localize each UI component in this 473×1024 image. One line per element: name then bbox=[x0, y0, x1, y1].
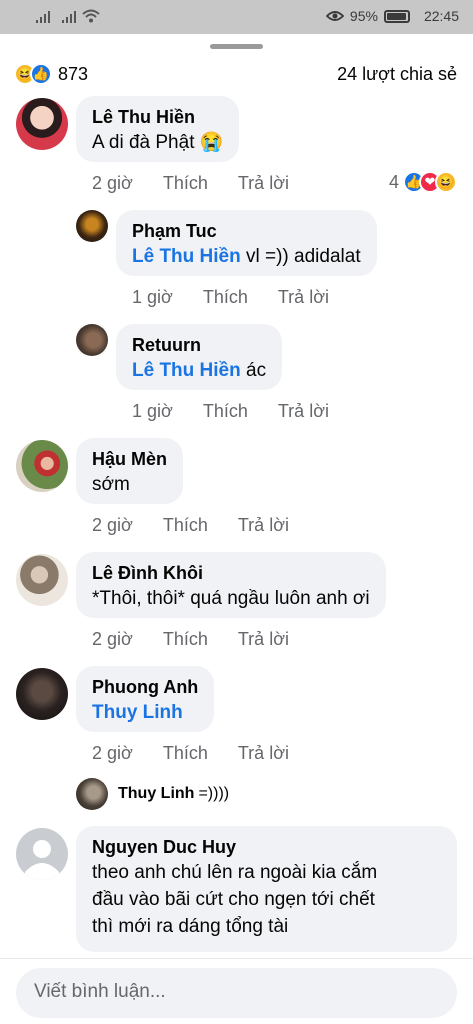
share-count[interactable]: 24 lượt chia sẻ bbox=[337, 64, 457, 85]
reply-preview-text: =)))) bbox=[198, 785, 230, 802]
comment-time: 2 giờ bbox=[92, 629, 133, 649]
avatar[interactable] bbox=[76, 324, 108, 356]
reply-preview[interactable]: Thuy Linh =)))) bbox=[76, 778, 229, 810]
avatar[interactable] bbox=[76, 210, 108, 242]
reply-button[interactable]: Trả lời bbox=[238, 173, 289, 194]
comment-bubble[interactable]: Hậu Mèn sớm bbox=[76, 438, 184, 504]
comment-bubble[interactable]: Lê Thu Hiền A di đà Phật 😭 bbox=[76, 96, 240, 162]
comment-actions: 2 giờ Thích Trả lời bbox=[92, 743, 319, 764]
mention-link[interactable]: Thuy Linh bbox=[92, 702, 183, 723]
haha-icon: 😆 bbox=[435, 171, 457, 193]
comment-text: Thuy Linh bbox=[92, 699, 198, 726]
reply-button[interactable]: Trả lời bbox=[278, 287, 329, 308]
comment-time: 2 giờ bbox=[92, 743, 133, 763]
person-icon bbox=[25, 840, 59, 880]
comment-actions: 2 giờ Thích Trả lời bbox=[92, 173, 319, 194]
battery-icon bbox=[383, 9, 410, 23]
like-button[interactable]: Thích bbox=[203, 287, 248, 308]
comment-bubble[interactable]: Phạm Tuc Lê Thu Hiền vl =)) adidalat bbox=[116, 210, 377, 276]
comment-text: Lê Thu Hiền vl =)) adidalat bbox=[132, 243, 361, 270]
avatar[interactable] bbox=[16, 98, 68, 150]
comment-author[interactable]: Nguyen Duc Huy bbox=[92, 835, 441, 859]
comments-sheet: 😆 👍 873 24 lượt chia sẻ Lê Thu Hiền A di… bbox=[0, 34, 473, 1024]
clock: 22:45 bbox=[423, 8, 459, 24]
status-bar: 95% 22:45 bbox=[0, 0, 473, 34]
comment-text-line: thì mới ra dáng tổng tài bbox=[92, 916, 289, 937]
eye-icon bbox=[325, 11, 344, 21]
comment-author[interactable]: Phuong Anh bbox=[92, 675, 198, 699]
comment-text-body: vl =)) adidalat bbox=[240, 246, 361, 267]
like-button[interactable]: Thích bbox=[163, 629, 208, 650]
signal-icon bbox=[36, 11, 50, 23]
like-icon: 👍 bbox=[30, 63, 52, 85]
comment-input[interactable]: Viết bình luận... bbox=[16, 968, 457, 1018]
comment-actions: 1 giờ Thích Trả lời bbox=[132, 287, 359, 308]
comment-time: 1 giờ bbox=[132, 401, 173, 421]
reaction-count: 873 bbox=[58, 63, 89, 84]
mention-link[interactable]: Lê Thu Hiền bbox=[132, 246, 241, 267]
drag-handle[interactable] bbox=[210, 44, 263, 49]
like-button[interactable]: Thích bbox=[163, 743, 208, 764]
comment-text: A di đà Phật 😭 bbox=[92, 132, 224, 153]
default-avatar-icon[interactable] bbox=[16, 828, 68, 880]
avatar[interactable] bbox=[16, 440, 68, 492]
comment-author[interactable]: Hậu Mèn bbox=[92, 447, 167, 471]
comment-time: 2 giờ bbox=[92, 173, 133, 193]
reply-button[interactable]: Trả lời bbox=[238, 743, 289, 764]
status-right: 95% 22:45 bbox=[325, 8, 459, 24]
mention-link[interactable]: Lê Thu Hiền bbox=[132, 360, 241, 381]
like-button[interactable]: Thích bbox=[163, 173, 208, 194]
comment-actions: 2 giờ Thích Trả lời bbox=[92, 515, 319, 536]
comment-author[interactable]: Lê Đình Khôi bbox=[92, 561, 370, 585]
comment-text: sớm bbox=[92, 474, 130, 495]
battery-percent: 95% bbox=[349, 8, 378, 24]
comment-text-line: đầu vào bãi cứt cho ngẹn tới chết bbox=[92, 889, 375, 910]
avatar[interactable] bbox=[16, 668, 68, 720]
comment-bubble[interactable]: Lê Đình Khôi *Thôi, thôi* quá ngầu luôn … bbox=[76, 552, 386, 618]
comment-time: 2 giờ bbox=[92, 515, 133, 535]
composer-divider bbox=[0, 958, 473, 959]
wifi-icon bbox=[82, 9, 100, 23]
comment-bubble[interactable]: Phuong Anh Thuy Linh bbox=[76, 666, 215, 732]
comment-actions: 1 giờ Thích Trả lời bbox=[132, 401, 359, 422]
like-button[interactable]: Thích bbox=[203, 401, 248, 422]
reply-preview-author: Thuy Linh bbox=[118, 785, 195, 802]
comment-reactions[interactable]: 4 👍 ❤ 😆 bbox=[389, 171, 457, 193]
reply-button[interactable]: Trả lời bbox=[278, 401, 329, 422]
comment-text-line: theo anh chú lên ra ngoài kia cắm bbox=[92, 862, 378, 883]
reply-button[interactable]: Trả lời bbox=[238, 629, 289, 650]
avatar[interactable] bbox=[16, 554, 68, 606]
avatar bbox=[76, 778, 108, 810]
comment-author[interactable]: Lê Thu Hiền bbox=[92, 105, 223, 129]
comment-text-body: ác bbox=[240, 360, 267, 381]
like-button[interactable]: Thích bbox=[163, 515, 208, 536]
comment-text: Lê Thu Hiền ác bbox=[132, 357, 266, 384]
signal-icon bbox=[62, 11, 76, 23]
comment-react-count: 4 bbox=[388, 171, 399, 192]
comment-bubble[interactable]: Nguyen Duc Huy theo anh chú lên ra ngoài… bbox=[76, 826, 457, 952]
comment-author[interactable]: Phạm Tuc bbox=[132, 219, 361, 243]
reply-button[interactable]: Trả lời bbox=[238, 515, 289, 536]
comment-time: 1 giờ bbox=[132, 287, 173, 307]
reaction-summary: 😆 👍 873 24 lượt chia sẻ bbox=[14, 62, 457, 86]
comment-actions: 2 giờ Thích Trả lời bbox=[92, 629, 319, 650]
reaction-summary-left[interactable]: 😆 👍 873 bbox=[14, 63, 88, 85]
comment-author[interactable]: Retuurn bbox=[132, 333, 266, 357]
comment-bubble[interactable]: Retuurn Lê Thu Hiền ác bbox=[116, 324, 283, 390]
comment-text: *Thôi, thôi* quá ngầu luôn anh ơi bbox=[92, 588, 370, 609]
